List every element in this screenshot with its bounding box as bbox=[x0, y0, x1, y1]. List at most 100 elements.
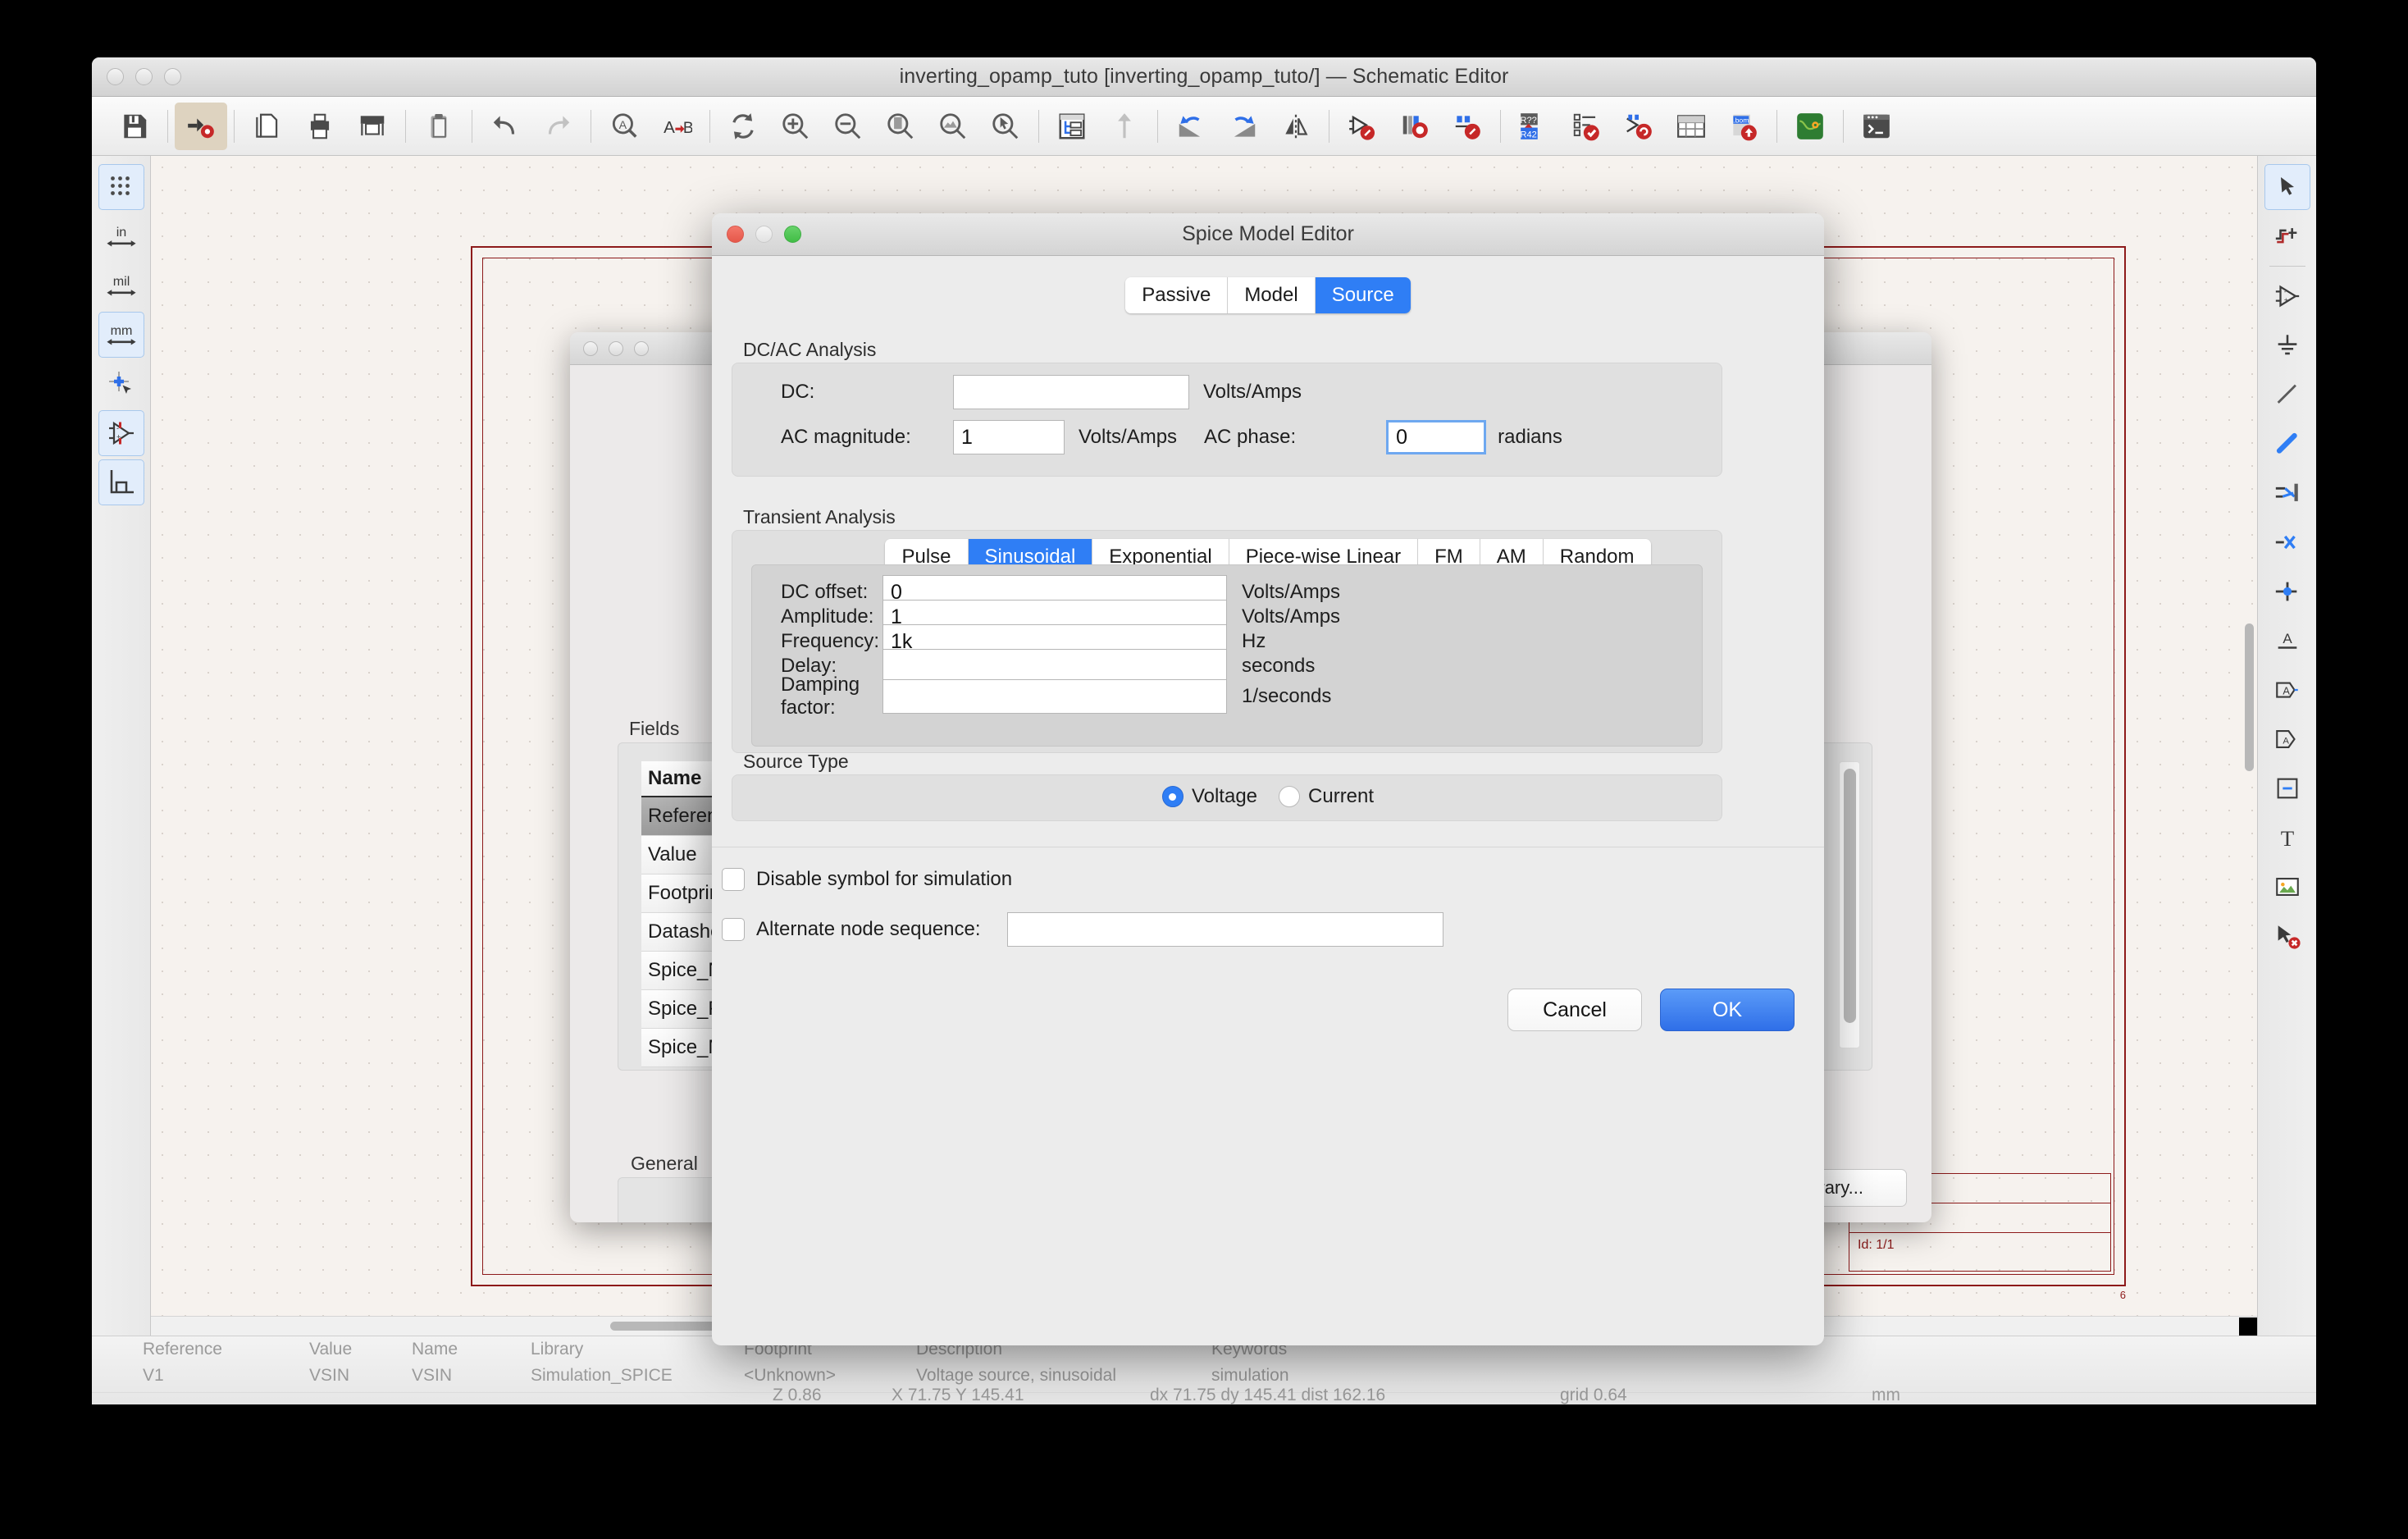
refresh-icon[interactable] bbox=[717, 103, 769, 150]
status-units: mm bbox=[1872, 1386, 1900, 1404]
scripting-console-icon[interactable] bbox=[1850, 103, 1903, 150]
general-group-label: General bbox=[631, 1153, 698, 1174]
annotate-settings-icon[interactable] bbox=[175, 102, 227, 150]
plot-icon[interactable] bbox=[346, 103, 399, 150]
sheet-pin-icon[interactable] bbox=[2264, 765, 2310, 811]
svg-text:in: in bbox=[116, 225, 126, 240]
symbol-library-browser-icon[interactable] bbox=[1389, 103, 1441, 150]
no-connect-icon[interactable] bbox=[2264, 519, 2310, 565]
tab-source[interactable]: Source bbox=[1315, 277, 1411, 313]
text-icon[interactable]: T bbox=[2264, 815, 2310, 861]
status-header-library: Library bbox=[531, 1340, 584, 1359]
spice-model-editor-dialog: Spice Model Editor Passive Model Source … bbox=[712, 213, 1824, 1345]
place-symbol-icon[interactable]: - + bbox=[2264, 273, 2310, 319]
alternate-node-input[interactable] bbox=[1006, 912, 1443, 947]
ac-phase-input[interactable] bbox=[1386, 420, 1487, 454]
zoom-in-icon[interactable] bbox=[769, 103, 822, 150]
alternate-node-label: Alternate node sequence: bbox=[756, 918, 981, 940]
orthogonal-lines-icon[interactable] bbox=[98, 459, 144, 505]
title-block-id-row: Id: 1/1 bbox=[1849, 1233, 2110, 1263]
annotate-icon[interactable]: R?? R42 bbox=[1507, 103, 1560, 150]
zoom-out-icon[interactable] bbox=[822, 103, 874, 150]
delete-icon[interactable] bbox=[2264, 913, 2310, 959]
canvas-vertical-scrollbar[interactable] bbox=[2245, 623, 2254, 771]
status-header-reference: Reference bbox=[143, 1340, 222, 1359]
hidden-pins-icon[interactable]: - + bbox=[98, 410, 144, 456]
voltage-radio[interactable] bbox=[1161, 786, 1183, 807]
mirror-icon[interactable] bbox=[1270, 103, 1322, 150]
hierarchy-navigator-icon[interactable] bbox=[1046, 103, 1098, 150]
zoom-to-selection-icon[interactable] bbox=[979, 103, 1032, 150]
tab-model[interactable]: Model bbox=[1228, 277, 1316, 313]
toolbar-separator bbox=[234, 109, 235, 143]
select-tool-icon[interactable] bbox=[2264, 164, 2310, 210]
bom-export-icon[interactable]: .bom bbox=[1717, 103, 1770, 150]
status-header-name: Name bbox=[412, 1340, 458, 1359]
unit-mils-icon[interactable]: mil bbox=[98, 263, 144, 308]
undo-icon[interactable] bbox=[479, 103, 531, 150]
edit-symbol-icon[interactable] bbox=[1336, 103, 1389, 150]
disable-symbol-checkbox[interactable] bbox=[722, 868, 745, 891]
bus-entry-icon[interactable] bbox=[2264, 470, 2310, 516]
print-icon[interactable] bbox=[294, 103, 346, 150]
toolbar-separator bbox=[167, 109, 168, 143]
redo-icon[interactable] bbox=[531, 103, 584, 150]
wire-bus-tool-icon[interactable] bbox=[2264, 213, 2310, 259]
voltage-label: Voltage bbox=[1191, 785, 1258, 807]
global-label-icon[interactable]: A bbox=[2264, 667, 2310, 713]
place-power-icon[interactable] bbox=[2264, 322, 2310, 368]
tab-passive[interactable]: Passive bbox=[1125, 277, 1229, 313]
dialog-footer: Cancel OK bbox=[1507, 989, 1795, 1031]
ac-magnitude-unit-label: Volts/Amps bbox=[1079, 426, 1178, 448]
bg-close-button[interactable] bbox=[583, 340, 598, 356]
status-coords: X 71.75 Y 145.41 bbox=[892, 1386, 1024, 1404]
unit-mm-icon[interactable]: mm bbox=[98, 312, 144, 358]
bom-table-icon[interactable] bbox=[1665, 103, 1717, 150]
update-pcb-icon[interactable] bbox=[1612, 103, 1665, 150]
damping-factor-input[interactable] bbox=[882, 679, 1227, 714]
find-replace-icon[interactable]: AB bbox=[650, 103, 703, 150]
bg-window-controls[interactable] bbox=[583, 340, 649, 356]
rotate-ccw-icon[interactable] bbox=[1165, 103, 1217, 150]
draw-bus-icon[interactable] bbox=[2264, 421, 2310, 467]
dc-label: DC: bbox=[781, 381, 815, 403]
dc-input[interactable] bbox=[953, 375, 1189, 409]
fields-table-scrollbar[interactable] bbox=[1839, 761, 1860, 1048]
save-icon[interactable] bbox=[108, 103, 161, 150]
disable-symbol-row[interactable]: Disable symbol for simulation bbox=[722, 868, 1012, 891]
unit-inches-icon[interactable]: in bbox=[98, 213, 144, 259]
image-icon[interactable] bbox=[2264, 864, 2310, 910]
net-label-icon[interactable]: A bbox=[2264, 618, 2310, 664]
zoom-fit-objects-icon[interactable] bbox=[927, 103, 979, 150]
find-icon[interactable]: A bbox=[598, 103, 650, 150]
svg-text:T: T bbox=[2280, 826, 2293, 851]
rotate-cw-icon[interactable] bbox=[1217, 103, 1270, 150]
junction-icon[interactable] bbox=[2264, 569, 2310, 614]
toolbar-separator bbox=[1776, 109, 1777, 143]
alternate-node-row[interactable]: Alternate node sequence: bbox=[722, 912, 1443, 947]
bg-minimize-button[interactable] bbox=[609, 340, 623, 356]
zoom-fit-page-icon[interactable] bbox=[874, 103, 927, 150]
svg-text:A: A bbox=[664, 117, 675, 136]
new-sheet-icon[interactable] bbox=[241, 103, 294, 150]
grid-toggle-icon[interactable] bbox=[98, 164, 144, 210]
leave-sheet-icon[interactable] bbox=[1098, 103, 1151, 150]
toolbar-divider bbox=[2269, 266, 2305, 267]
current-radio[interactable] bbox=[1279, 786, 1301, 807]
cursor-crosshair-icon[interactable] bbox=[98, 361, 144, 407]
draw-wire-icon[interactable] bbox=[2264, 372, 2310, 418]
alternate-node-checkbox[interactable] bbox=[722, 918, 745, 941]
paste-icon[interactable] bbox=[413, 103, 465, 150]
open-pcb-icon[interactable] bbox=[1784, 103, 1836, 150]
hierarchical-label-icon[interactable]: A bbox=[2264, 716, 2310, 762]
svg-text:A: A bbox=[2283, 737, 2289, 747]
bg-zoom-button[interactable] bbox=[634, 340, 649, 356]
erc-icon[interactable] bbox=[1560, 103, 1612, 150]
toolbar-separator bbox=[1157, 109, 1158, 143]
cancel-button[interactable]: Cancel bbox=[1507, 989, 1642, 1031]
dc-field-row: DC: Volts/Amps bbox=[781, 375, 1302, 409]
edit-symbol-fields-icon[interactable] bbox=[1441, 103, 1494, 150]
ok-button[interactable]: OK bbox=[1660, 989, 1795, 1031]
status-value-reference: V1 bbox=[143, 1366, 164, 1385]
ac-magnitude-input[interactable] bbox=[953, 420, 1065, 454]
